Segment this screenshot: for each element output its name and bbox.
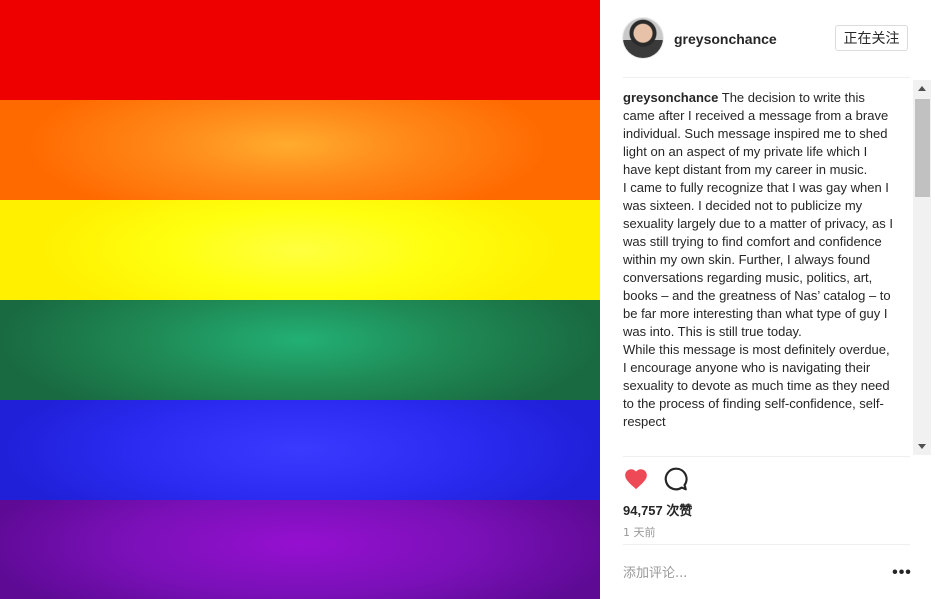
flag-stripe-purple bbox=[0, 500, 600, 599]
likes-number: 94,757 bbox=[623, 503, 663, 518]
flag-stripe-yellow bbox=[0, 200, 600, 300]
scroll-up-arrow-icon[interactable] bbox=[913, 80, 931, 97]
scroll-down-arrow-icon[interactable] bbox=[913, 438, 931, 455]
divider bbox=[623, 544, 910, 545]
username-link[interactable]: greysonchance bbox=[674, 31, 777, 47]
flag-stripe-blue bbox=[0, 400, 600, 500]
avatar[interactable] bbox=[623, 18, 663, 58]
likes-suffix: 次赞 bbox=[666, 504, 693, 519]
comment-input[interactable] bbox=[623, 563, 873, 583]
divider bbox=[623, 77, 910, 78]
action-bar bbox=[623, 466, 743, 496]
caption-paragraph: While this message is most definitely ov… bbox=[623, 342, 890, 429]
post-details-panel: greysonchance 正在关注 greysonchance The dec… bbox=[600, 0, 935, 599]
more-options-button[interactable]: ••• bbox=[890, 564, 914, 582]
flag-stripe-red bbox=[0, 0, 600, 100]
post-image[interactable] bbox=[0, 0, 600, 599]
likes-count[interactable]: 94,757 次赞 bbox=[623, 500, 692, 519]
post-header: greysonchance 正在关注 bbox=[623, 18, 910, 60]
divider bbox=[623, 456, 910, 457]
caption-username-link[interactable]: greysonchance bbox=[623, 90, 718, 105]
caption-scrollbar[interactable] bbox=[913, 80, 931, 455]
caption-paragraph: I came to fully recognize that I was gay… bbox=[623, 180, 893, 339]
comment-bubble-icon[interactable] bbox=[663, 466, 689, 492]
following-button[interactable]: 正在关注 bbox=[835, 25, 908, 51]
flag-stripe-green bbox=[0, 300, 600, 400]
flag-stripe-orange bbox=[0, 100, 600, 200]
heart-icon[interactable] bbox=[623, 466, 649, 492]
post-timestamp[interactable]: 1 天前 bbox=[623, 524, 656, 540]
caption-paragraph: greysonchance The decision to write this… bbox=[623, 89, 893, 179]
caption-scroll-area[interactable]: greysonchance The decision to write this… bbox=[623, 89, 893, 455]
scrollbar-thumb[interactable] bbox=[915, 99, 930, 197]
